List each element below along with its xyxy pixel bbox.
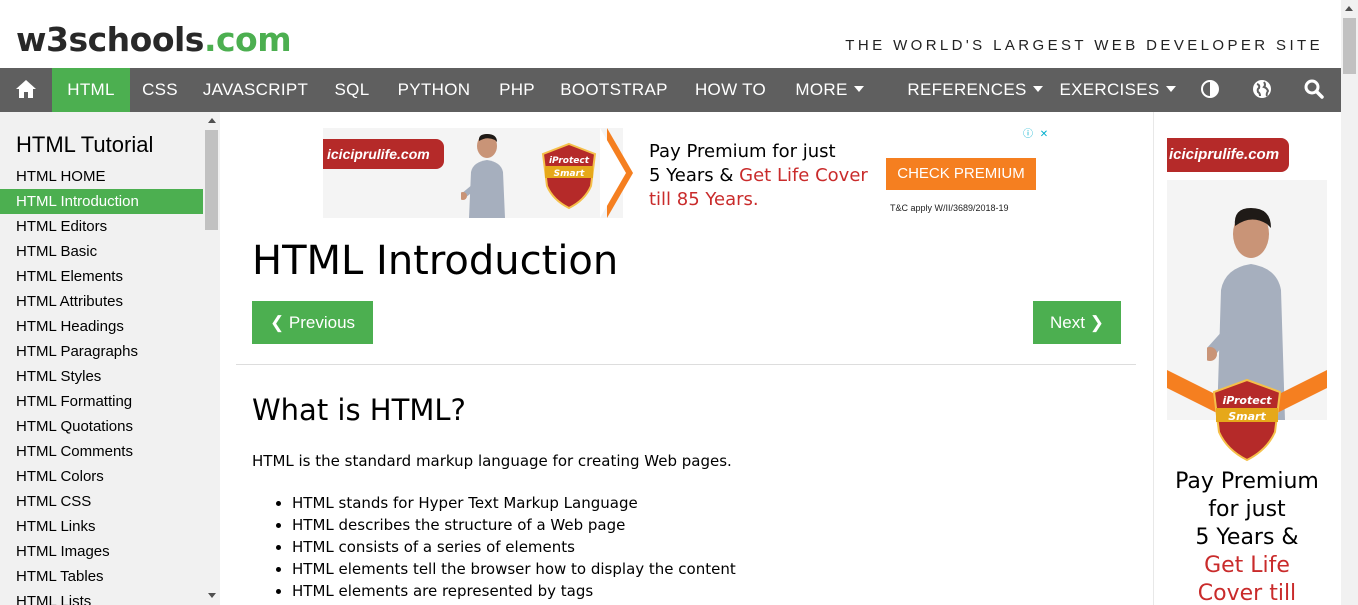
- main-content: iciciprulife.com iProtect Smart Pay Prem…: [220, 112, 1153, 605]
- ad-terms-text: T&C apply W/II/3689/2018-19: [890, 203, 1009, 213]
- nav-php[interactable]: PHP: [485, 68, 549, 112]
- scroll-up-arrow-icon[interactable]: [1345, 6, 1353, 11]
- logo-domain: .com: [203, 20, 292, 59]
- ad-brand-label: iciciprulife.com: [1167, 138, 1289, 172]
- ad-shield-logo: iProtect Smart: [541, 142, 597, 210]
- right-advertisement[interactable]: iciciprulife.com iProtect Smart Pay Prem…: [1167, 128, 1327, 605]
- next-button[interactable]: Next ❯: [1033, 301, 1121, 344]
- ad-right-line5: Cover till: [1197, 581, 1297, 605]
- ad-headline-line2-black: 5 Years &: [649, 165, 740, 186]
- ad-choices[interactable]: ⓘ ✕: [1021, 128, 1051, 142]
- svg-text:Smart: Smart: [1228, 410, 1266, 423]
- sidebar-item-html-css[interactable]: HTML CSS: [0, 489, 203, 514]
- sidebar-item-html-tables[interactable]: HTML Tables: [0, 564, 203, 589]
- ad-headline-line2-red: Get Life Cover: [739, 165, 868, 186]
- logo-text: w3schools: [16, 20, 204, 59]
- sidebar-item-html-home[interactable]: HTML HOME: [0, 164, 203, 189]
- home-icon[interactable]: [0, 68, 52, 112]
- intro-paragraph: HTML is the standard markup language for…: [252, 452, 732, 470]
- contrast-icon[interactable]: [1188, 68, 1232, 112]
- nav-bootstrap[interactable]: BOOTSTRAP: [549, 68, 679, 112]
- ad-right-line1: Pay Premium: [1175, 469, 1319, 494]
- sidebar-item-html-headings[interactable]: HTML Headings: [0, 314, 203, 339]
- svg-text:iProtect: iProtect: [1223, 394, 1273, 407]
- search-icon[interactable]: [1292, 68, 1336, 112]
- sidebar-item-html-styles[interactable]: HTML Styles: [0, 364, 203, 389]
- divider: [236, 364, 1136, 365]
- list-item: HTML elements tell the browser how to di…: [292, 558, 736, 580]
- sidebar-item-html-colors[interactable]: HTML Colors: [0, 464, 203, 489]
- sidebar-item-html-editors[interactable]: HTML Editors: [0, 214, 203, 239]
- nav-sql[interactable]: SQL: [321, 68, 383, 112]
- ad-info-icon[interactable]: ⓘ: [1021, 128, 1035, 142]
- page-scrollbar[interactable]: [1341, 0, 1358, 605]
- nav-more[interactable]: MORE: [782, 68, 877, 112]
- ad-headline-line2: 5 Years & Get Life Cover: [649, 165, 868, 186]
- previous-button[interactable]: ❮ Previous: [252, 301, 373, 344]
- svg-text:Smart: Smart: [554, 169, 585, 179]
- nav-howto[interactable]: HOW TO: [679, 68, 782, 112]
- page-scrollbar-thumb[interactable]: [1343, 18, 1356, 74]
- ad-headline-line3: till 85 Years.: [649, 189, 759, 210]
- sidebar-item-html-formatting[interactable]: HTML Formatting: [0, 389, 203, 414]
- sidebar-item-html-attributes[interactable]: HTML Attributes: [0, 289, 203, 314]
- list-item: HTML consists of a series of elements: [292, 536, 736, 558]
- page-title: HTML Introduction: [252, 238, 619, 284]
- site-tagline: THE WORLD'S LARGEST WEB DEVELOPER SITE: [845, 37, 1323, 54]
- sidebar-item-html-paragraphs[interactable]: HTML Paragraphs: [0, 339, 203, 364]
- caret-down-icon: [1165, 85, 1176, 92]
- ad-banner-image: iciciprulife.com iProtect Smart: [323, 128, 623, 218]
- ad-brand-label: iciciprulife.com: [323, 139, 444, 169]
- ad-check-premium-button[interactable]: CHECK PREMIUM: [886, 158, 1036, 190]
- top-navigation: HTML CSS JAVASCRIPT SQL PYTHON PHP BOOTS…: [0, 68, 1341, 112]
- nav-references-label: REFERENCES: [907, 80, 1027, 99]
- nav-exercises[interactable]: EXERCISES: [1051, 68, 1184, 112]
- sidebar-item-html-lists[interactable]: HTML Lists: [0, 589, 203, 605]
- site-logo[interactable]: w3schools.com: [16, 20, 292, 60]
- sidebar-title: HTML Tutorial: [16, 132, 154, 157]
- sidebar-item-html-basic[interactable]: HTML Basic: [0, 239, 203, 264]
- nav-javascript[interactable]: JAVASCRIPT: [190, 68, 321, 112]
- caret-down-icon: [1032, 85, 1043, 92]
- nav-html[interactable]: HTML: [52, 68, 130, 112]
- nav-references[interactable]: REFERENCES: [899, 68, 1051, 112]
- globe-icon[interactable]: [1240, 68, 1284, 112]
- sidebar-item-html-links[interactable]: HTML Links: [0, 514, 203, 539]
- list-item: HTML elements are represented by tags: [292, 580, 736, 602]
- list-item: HTML describes the structure of a Web pa…: [292, 514, 736, 536]
- nav-more-label: MORE: [795, 80, 848, 99]
- top-advertisement[interactable]: iciciprulife.com iProtect Smart Pay Prem…: [323, 128, 1051, 218]
- sidebar-item-html-introduction[interactable]: HTML Introduction: [0, 189, 203, 214]
- sidebar-item-html-elements[interactable]: HTML Elements: [0, 264, 203, 289]
- ad-right-line2: for just: [1208, 497, 1286, 522]
- sidebar-item-html-comments[interactable]: HTML Comments: [0, 439, 203, 464]
- nav-python[interactable]: PYTHON: [383, 68, 485, 112]
- nav-css[interactable]: CSS: [130, 68, 190, 112]
- scroll-down-arrow-icon[interactable]: [208, 593, 216, 598]
- ad-close-icon[interactable]: ✕: [1037, 128, 1051, 142]
- section-heading: What is HTML?: [252, 393, 466, 427]
- sidebar-item-html-quotations[interactable]: HTML Quotations: [0, 414, 203, 439]
- sidebar: HTML Tutorial HTML HOME HTML Introductio…: [0, 112, 220, 605]
- right-column-divider: [1153, 112, 1154, 605]
- ad-right-line4: Get Life: [1204, 553, 1290, 578]
- ad-right-line3: 5 Years &: [1195, 525, 1299, 550]
- ad-headline-line1: Pay Premium for just: [649, 141, 836, 162]
- list-item: HTML stands for Hyper Text Markup Langua…: [292, 492, 736, 514]
- svg-text:iProtect: iProtect: [549, 156, 590, 166]
- ad-chevron-shape-inner: [600, 128, 626, 218]
- nav-exercises-label: EXERCISES: [1059, 80, 1160, 99]
- scroll-up-arrow-icon[interactable]: [208, 118, 216, 123]
- sidebar-scrollbar-thumb[interactable]: [205, 130, 218, 230]
- sidebar-item-html-images[interactable]: HTML Images: [0, 539, 203, 564]
- ad-shield-logo: iProtect Smart: [1212, 378, 1282, 462]
- ad-person-image: [461, 134, 505, 218]
- bullet-list: HTML stands for Hyper Text Markup Langua…: [252, 492, 736, 602]
- sidebar-scrollbar[interactable]: [203, 112, 220, 605]
- caret-down-icon: [853, 85, 864, 92]
